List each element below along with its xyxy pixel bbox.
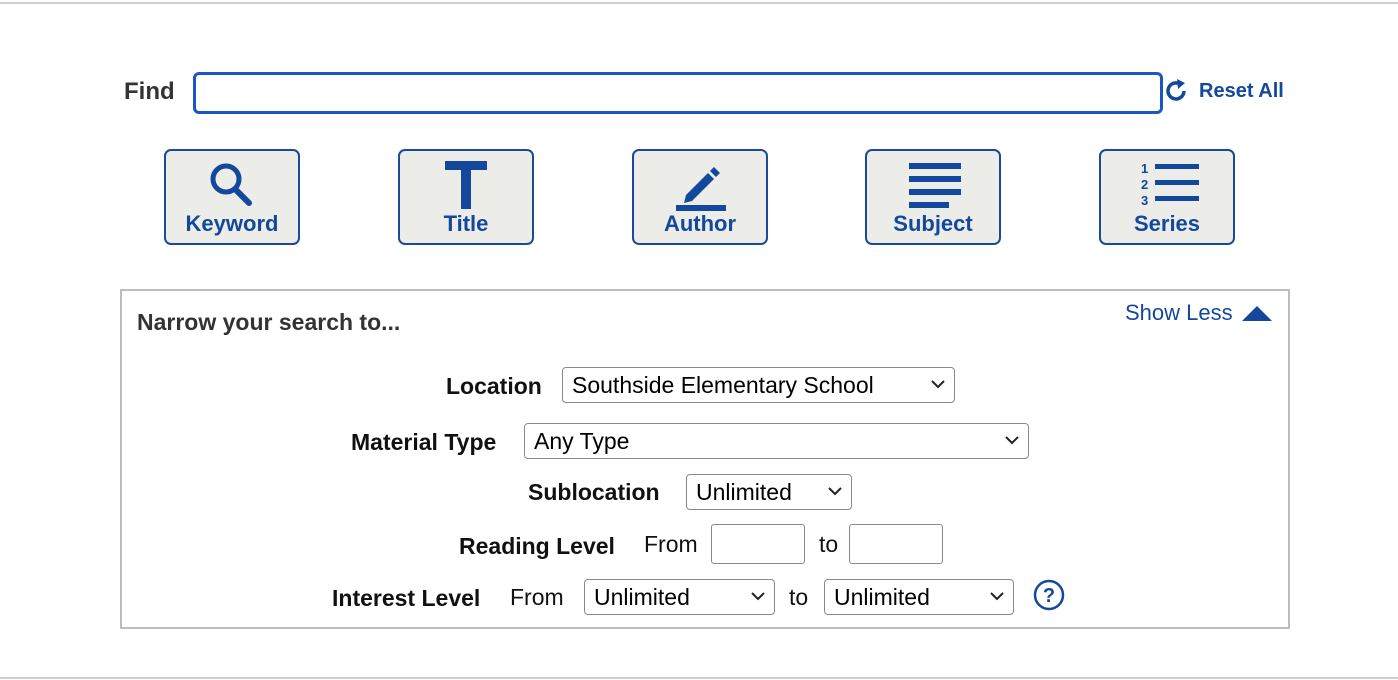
help-icon[interactable]: ? [1032, 578, 1066, 612]
material-type-select[interactable]: Any Type [524, 423, 1029, 459]
location-select-value: Southside Elementary School [572, 372, 874, 398]
show-less-label: Show Less [1125, 300, 1233, 325]
sublocation-label: Sublocation [528, 479, 660, 505]
subject-label: Subject [893, 211, 973, 236]
reading-level-label: Reading Level [459, 533, 615, 559]
top-divider [0, 2, 1398, 4]
reading-level-to-input[interactable] [849, 524, 943, 564]
title-t-icon [445, 161, 487, 209]
pencil-icon [676, 167, 726, 211]
magnifier-icon [210, 163, 252, 206]
location-select[interactable]: Southside Elementary School [562, 367, 955, 403]
refresh-icon [1166, 79, 1186, 101]
reset-all-label: Reset All [1199, 79, 1284, 102]
triangle-up-icon [1241, 306, 1272, 321]
reading-level-from-label: From [644, 531, 698, 557]
title-label: Title [443, 211, 489, 236]
find-label: Find [124, 78, 175, 105]
find-input[interactable] [193, 72, 1163, 114]
narrow-search-panel: Narrow your search to... Show Less Locat… [120, 289, 1290, 629]
chevron-down-icon [990, 592, 1004, 601]
reading-level-to-label: to [819, 531, 839, 557]
location-label: Location [446, 373, 542, 399]
author-search-button[interactable]: Author [632, 149, 768, 245]
chevron-down-icon [931, 380, 945, 389]
svg-text:3: 3 [1141, 193, 1148, 208]
interest-level-to-label: to [789, 584, 809, 610]
chevron-down-icon [751, 592, 765, 601]
material-type-label: Material Type [351, 429, 497, 455]
bottom-divider [0, 677, 1398, 679]
title-search-button[interactable]: Title [398, 149, 534, 245]
interest-level-label: Interest Level [332, 585, 481, 611]
author-label: Author [663, 211, 737, 236]
interest-level-to-value: Unlimited [834, 584, 930, 610]
interest-level-from-label: From [510, 584, 564, 610]
svg-text:2: 2 [1141, 177, 1148, 192]
lines-icon [909, 163, 961, 208]
narrow-search-title: Narrow your search to... [137, 309, 401, 335]
svg-text:1: 1 [1141, 161, 1148, 176]
chevron-down-icon [1005, 436, 1019, 445]
series-search-button[interactable]: 1 2 3 Series [1099, 149, 1235, 245]
reading-level-from-input[interactable] [711, 524, 805, 564]
interest-level-to-select[interactable]: Unlimited [824, 579, 1014, 615]
interest-level-from-value: Unlimited [594, 584, 690, 610]
sublocation-select[interactable]: Unlimited [686, 474, 852, 510]
chevron-down-icon [828, 487, 842, 496]
keyword-label: Keyword [185, 211, 279, 236]
reset-all-button[interactable]: Reset All [1163, 78, 1284, 104]
series-label: Series [1133, 211, 1201, 236]
numbered-list-icon: 1 2 3 [1141, 161, 1199, 208]
keyword-search-button[interactable]: Keyword [164, 149, 300, 245]
subject-search-button[interactable]: Subject [865, 149, 1001, 245]
sublocation-value: Unlimited [696, 479, 792, 505]
interest-level-from-select[interactable]: Unlimited [584, 579, 775, 615]
material-type-value: Any Type [534, 428, 630, 454]
show-less-link[interactable]: Show Less [1125, 300, 1273, 326]
svg-text:?: ? [1043, 585, 1055, 607]
